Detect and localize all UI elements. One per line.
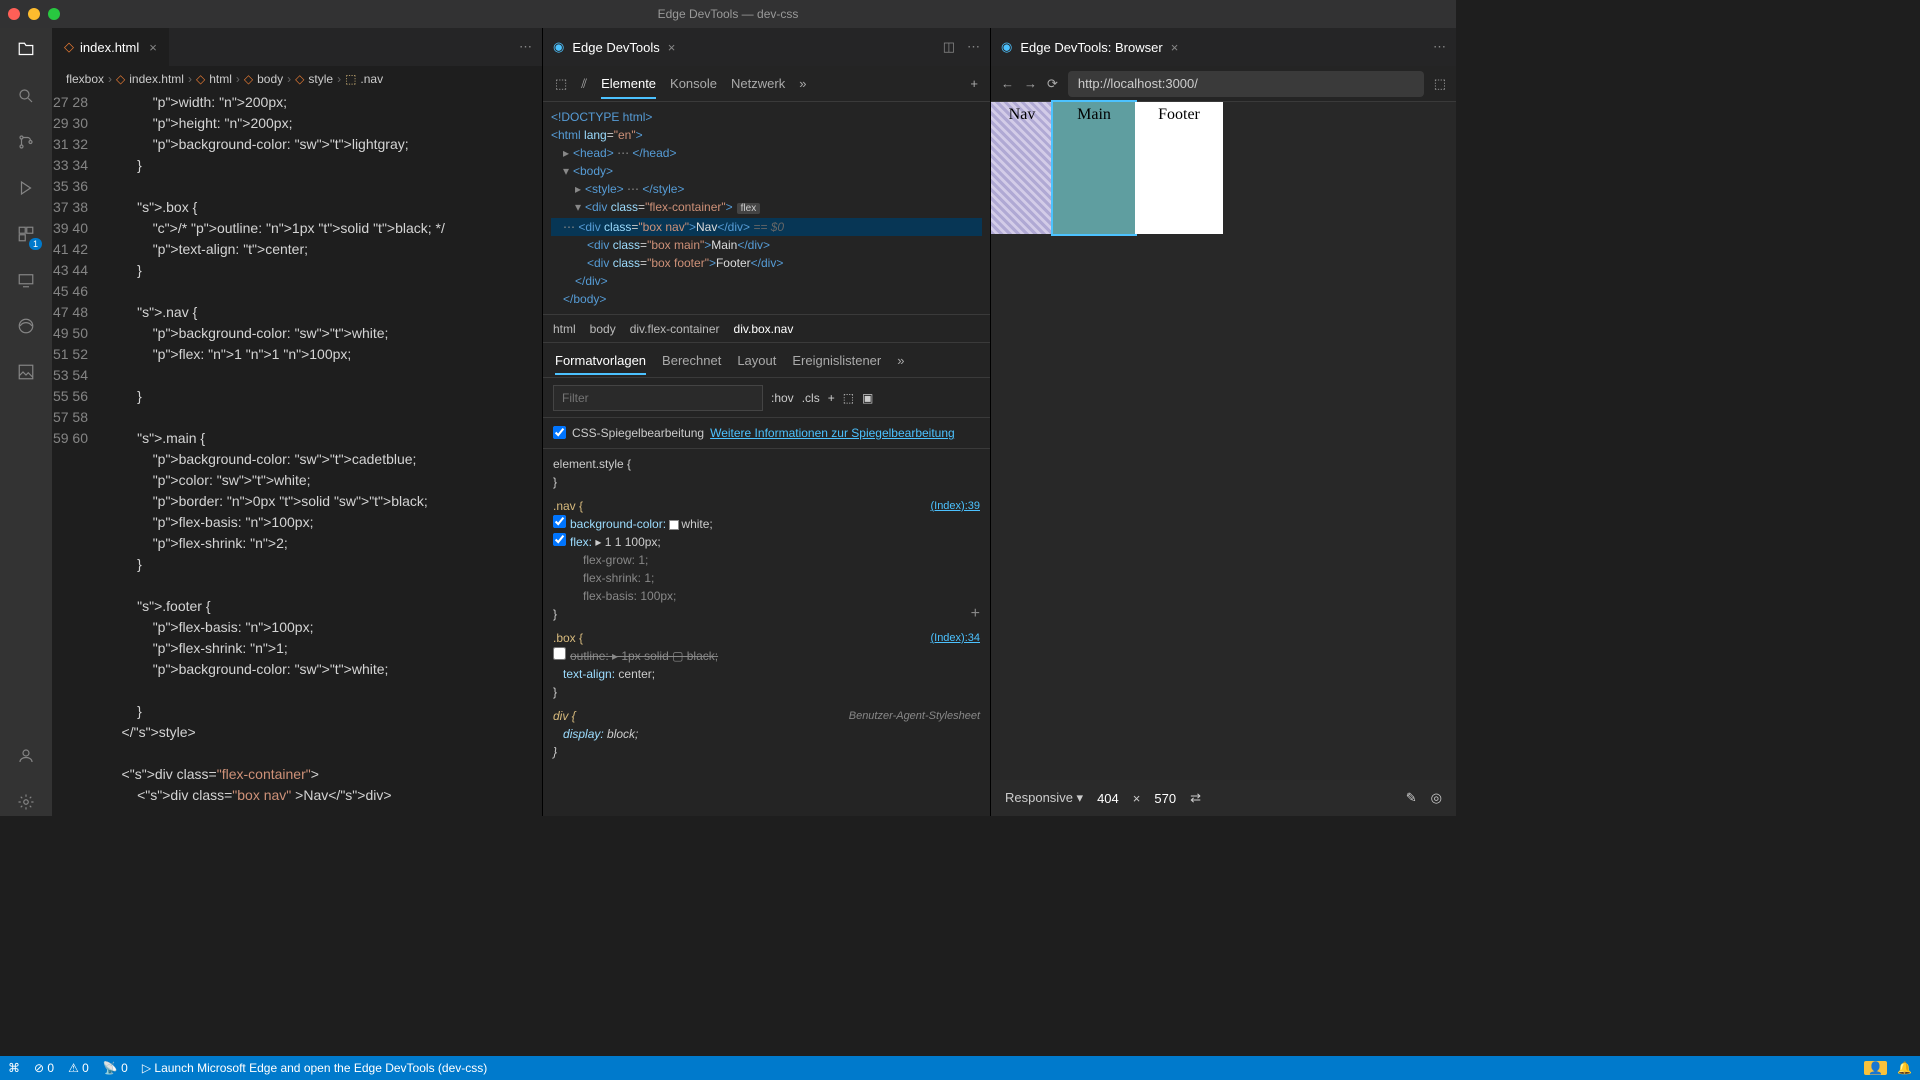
breadcrumbs[interactable]: flexbox› ◇index.html› ◇html› ◇body› ◇sty… [52,66,542,92]
remote-indicator[interactable]: ⌘ [8,1061,20,1075]
browser-pane: ◉ Edge DevTools: Browser × ⋯ ← → ⟳ ⬚ Nav… [990,28,1456,816]
run-debug-icon[interactable] [12,174,40,202]
minimize-window[interactable] [28,8,40,20]
warnings-count[interactable]: ⚠ 0 [68,1061,89,1075]
mirror-link[interactable]: Weitere Informationen zur Spiegelbearbei… [710,426,955,440]
edge-tools-icon[interactable] [12,312,40,340]
edge-icon: ◉ [553,39,564,55]
responsive-dropdown[interactable]: Responsive ▾ [1005,790,1083,806]
bell-icon[interactable]: 🔔 [1897,1061,1912,1075]
devtools-toolbar: ⬚ ⫽ Elemente Konsole Netzwerk » + [543,66,990,102]
remote-icon[interactable] [12,266,40,294]
rendered-page: Nav Main Footer [991,102,1223,234]
editor-pane: ◇ index.html × ⋯ flexbox› ◇index.html› ◇… [52,28,542,816]
page-footer: Footer [1135,102,1223,234]
close-tab-icon[interactable]: × [149,40,157,55]
styles-panel[interactable]: element.style {} (Index):39 .nav { backg… [543,449,990,816]
browser-viewport[interactable]: Nav Main Footer [991,102,1456,780]
url-input[interactable] [1068,71,1424,97]
reload-icon[interactable]: ⟳ [1047,76,1058,92]
styles-tabs: Formatvorlagen Berechnet Layout Ereignis… [543,342,990,378]
html-file-icon: ◇ [64,39,74,55]
styles-filter-row: :hov .cls + ⬚ ▣ [543,378,990,418]
chevron-right-icon[interactable]: » [897,353,904,368]
source-control-icon[interactable] [12,128,40,156]
extensions-icon[interactable]: ⬚ [1434,76,1446,92]
device-icon[interactable]: ⫽ [581,76,587,92]
more-icon[interactable]: ⋯ [1433,39,1446,55]
editor-tabs: ◇ index.html × ⋯ [52,28,542,66]
target-icon[interactable]: ◎ [1431,790,1442,806]
hov-toggle[interactable]: :hov [771,391,794,405]
devtools-pane: ◉ Edge DevTools × ◫ ⋯ ⬚ ⫽ Elemente Konso… [542,28,990,816]
image-icon[interactable] [12,358,40,386]
tab-ereignislistener[interactable]: Ereignislistener [792,353,881,368]
launch-hint[interactable]: ▷ Launch Microsoft Edge and open the Edg… [142,1061,487,1075]
close-tab-icon[interactable]: × [668,40,676,55]
dom-breadcrumb[interactable]: html body div.flex-container div.box.nav [543,314,990,342]
editor-more-icon[interactable]: ⋯ [509,39,542,55]
mirror-checkbox[interactable] [553,426,566,439]
edge-icon: ◉ [1001,39,1012,55]
browser-tab: ◉ Edge DevTools: Browser × ⋯ [991,28,1456,66]
more-icon[interactable]: ⋯ [967,39,980,55]
browser-toolbar: ← → ⟳ ⬚ [991,66,1456,102]
height-value[interactable]: 570 [1154,791,1176,806]
source-link[interactable]: (Index):39 [930,497,980,515]
maximize-window[interactable] [48,8,60,20]
tab-elemente[interactable]: Elemente [601,76,656,99]
rotate-icon[interactable]: ⇄ [1190,790,1201,806]
devtools-tab: ◉ Edge DevTools × ◫ ⋯ [543,28,990,66]
port-indicator[interactable]: 📡 0 [103,1061,128,1075]
activity-bar: 1 [0,28,52,816]
close-tab-icon[interactable]: × [1171,40,1179,55]
split-icon[interactable]: ◫ [943,39,955,55]
forward-icon[interactable]: → [1024,76,1037,91]
prop-checkbox[interactable] [553,533,566,546]
extensions-icon[interactable]: 1 [12,220,40,248]
settings-icon[interactable] [12,788,40,816]
dom-tree[interactable]: <!DOCTYPE html> <html lang="en"> ▸<head>… [543,102,990,314]
tab-berechnet[interactable]: Berechnet [662,353,721,368]
prop-checkbox[interactable] [553,647,566,660]
window-controls [8,8,60,20]
computed-icon[interactable]: ▣ [862,391,873,405]
back-icon[interactable]: ← [1001,76,1014,91]
tab-netzwerk[interactable]: Netzwerk [731,76,785,91]
tab-index-html[interactable]: ◇ index.html × [52,28,169,66]
html-file-icon: ◇ [116,72,125,86]
inspect-icon[interactable]: ⬚ [555,76,567,92]
source-link[interactable]: (Index):34 [930,629,980,647]
cls-toggle[interactable]: .cls [802,391,820,405]
window-title: Edge DevTools — dev-css [658,7,799,21]
explorer-icon[interactable] [12,36,40,64]
titlebar: Edge DevTools — dev-css [0,0,1456,28]
account-icon[interactable] [12,742,40,770]
tab-label: index.html [80,40,139,55]
search-icon[interactable] [12,82,40,110]
prop-checkbox[interactable] [553,515,566,528]
page-nav: Nav [991,102,1053,234]
add-prop-icon[interactable]: + [971,605,980,623]
tab-layout[interactable]: Layout [737,353,776,368]
code-editor[interactable]: 27 28 29 30 31 32 33 34 35 36 37 38 39 4… [52,92,542,816]
width-value[interactable]: 404 [1097,791,1119,806]
close-window[interactable] [8,8,20,20]
css-mirror-row: CSS-Spiegelbearbeitung Weitere Informati… [543,418,990,449]
styles-icon[interactable]: ⬚ [843,391,854,405]
new-style-icon[interactable]: + [828,391,835,405]
responsive-bar: Responsive ▾ 404 × 570 ⇄ ✎ ◎ [991,780,1456,816]
tab-konsole[interactable]: Konsole [670,76,717,91]
chevron-right-icon[interactable]: » [799,76,806,91]
status-bar: ⌘ ⊘ 0 ⚠ 0 📡 0 ▷ Launch Microsoft Edge an… [0,1056,1920,1080]
plus-icon[interactable]: + [970,76,978,91]
profile-icon[interactable]: 👤 [1864,1061,1887,1075]
tab-formatvorlagen[interactable]: Formatvorlagen [555,353,646,375]
page-main: Main [1053,102,1135,234]
filter-input[interactable] [553,385,763,411]
errors-count[interactable]: ⊘ 0 [34,1061,54,1075]
eyedropper-icon[interactable]: ✎ [1406,790,1417,806]
